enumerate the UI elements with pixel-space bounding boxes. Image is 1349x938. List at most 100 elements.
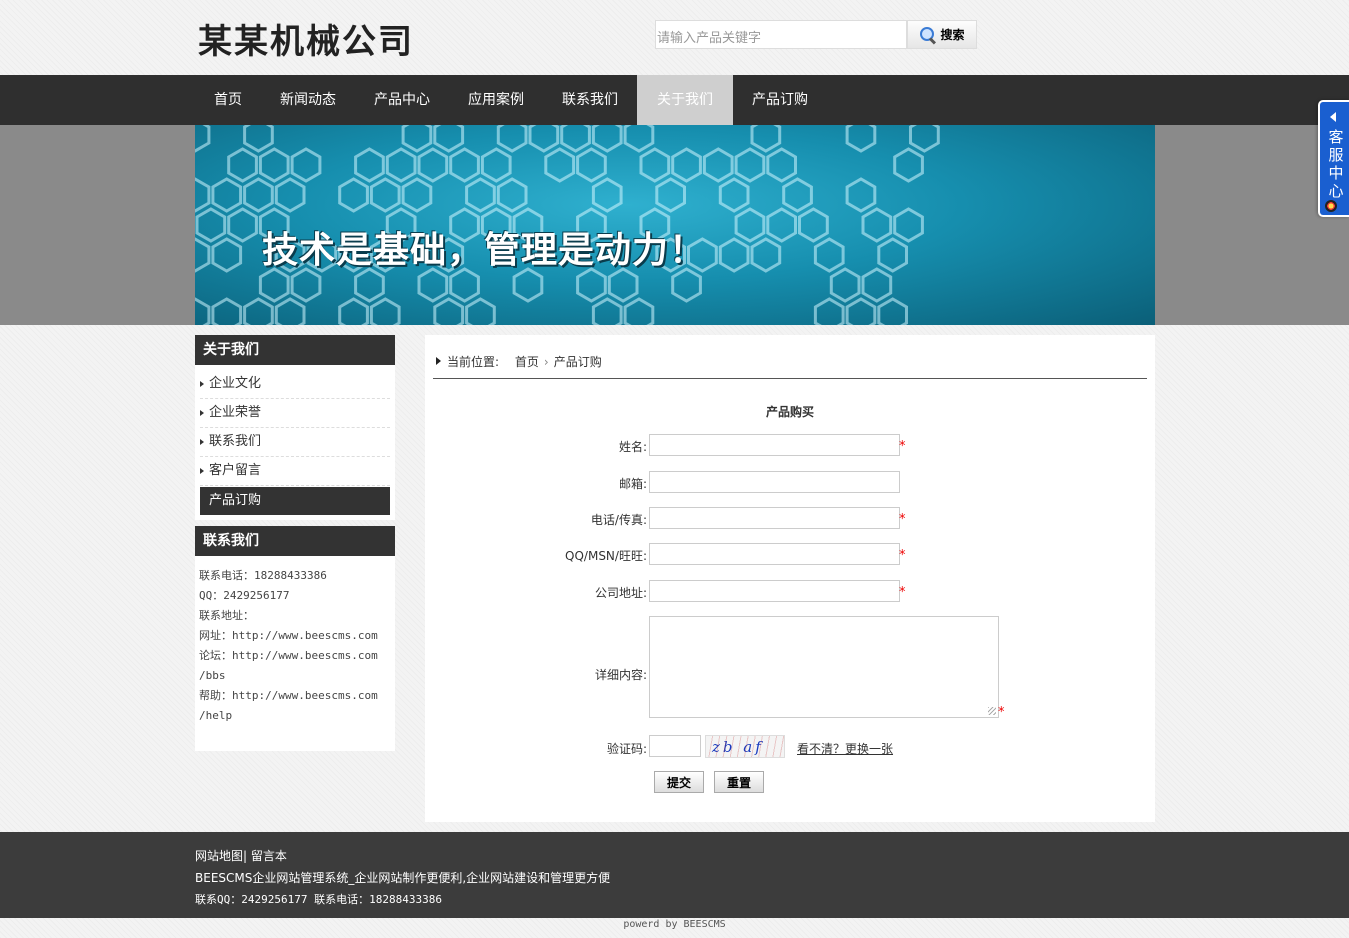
hexagon-shape [847, 125, 875, 151]
contact-help-path: /help [199, 706, 391, 726]
hexagon-shape [245, 179, 273, 211]
search-button-label: 搜索 [940, 26, 964, 43]
hexagon-shape [403, 179, 431, 211]
sidebar-item-honors[interactable]: 企业荣誉 [200, 399, 390, 428]
breadcrumb-home[interactable]: 首页 [515, 355, 539, 369]
hexagon-shape [609, 269, 637, 301]
contact-phone: 联系电话：18288433386 [199, 566, 391, 586]
phone-required-mark: * [899, 512, 906, 527]
hexagon-shape [784, 179, 812, 211]
detail-required-mark: * [998, 705, 1005, 720]
hexagon-shape [213, 179, 241, 211]
collapse-arrow-icon[interactable] [1330, 112, 1336, 122]
nav-contact[interactable]: 联系我们 [543, 75, 637, 125]
contact-website: 网址：http://www.beescms.com [199, 626, 391, 646]
contact-forum: 论坛：http://www.beescms.com [199, 646, 391, 666]
hexagon-shape [895, 209, 923, 241]
detail-textarea[interactable] [649, 616, 999, 718]
nav-cases[interactable]: 应用案例 [449, 75, 543, 125]
footer-sitemap-link[interactable]: 网站地图 [195, 849, 243, 863]
hexagon-shape [260, 149, 288, 181]
hexagon-shape [292, 149, 320, 181]
breadcrumb-label: 当前位置: [447, 355, 499, 369]
address-row: 公司地址: * [425, 580, 1155, 604]
contact-help: 帮助：http://www.beescms.com [199, 686, 391, 706]
hexagon-shape [387, 149, 415, 181]
reset-button[interactable]: 重置 [714, 771, 764, 793]
nav-about[interactable]: 关于我们 [637, 75, 733, 125]
hexagon-shape [578, 149, 606, 181]
captcha-input[interactable] [649, 735, 701, 757]
contact-address: 联系地址： [199, 606, 391, 626]
hexagon-shape [482, 149, 510, 181]
address-input[interactable] [649, 580, 900, 602]
hexagon-shape [260, 269, 288, 301]
hexagon-shape [498, 125, 526, 151]
hexagon-shape [419, 149, 447, 181]
hexagon-shape [245, 125, 273, 151]
captcha-refresh-link[interactable]: 看不清？更换一张 [797, 740, 893, 757]
sidebar-item-guestbook[interactable]: 客户留言 [200, 457, 390, 486]
hexagon-shape [467, 299, 495, 325]
hexagon-shape [276, 179, 304, 211]
about-title: 关于我们 [195, 335, 395, 365]
contact-title: 联系我们 [195, 526, 395, 556]
contact-forum-path: /bbs [199, 666, 391, 686]
hexagon-shape [895, 149, 923, 181]
hexagon-shape [879, 239, 907, 271]
address-required-mark: * [899, 585, 906, 600]
about-list: 企业文化 企业荣誉 联系我们 客户留言 产品订购 [195, 365, 395, 520]
hexagon-shape [498, 179, 526, 211]
hexagon-shape [720, 179, 748, 211]
footer: 网站地图| 留言本 BEESCMS企业网站管理系统_企业网站制作更便利,企业网站… [0, 832, 1349, 918]
hexagon-shape [467, 179, 495, 211]
email-input[interactable] [649, 471, 900, 493]
hexagon-shape [546, 149, 574, 181]
im-input[interactable] [649, 543, 900, 565]
hexagon-shape [276, 299, 304, 325]
hexagon-shape [213, 299, 241, 325]
search-button[interactable]: 搜索 [907, 20, 977, 49]
hexagon-shape [451, 269, 479, 301]
hexagon-shape [229, 209, 257, 241]
main-content: 当前位置: 首页 › 产品订购 产品购买 姓名: * 邮箱: 电话/传真: * QQ… [425, 335, 1155, 822]
sidebar-item-order[interactable]: 产品订购 [200, 487, 390, 515]
footer-guestbook-link[interactable]: 留言本 [251, 849, 287, 863]
hexagon-shape [435, 125, 463, 151]
hexagon-shape [340, 179, 368, 211]
header: 某某机械公司 请输入产品关键字 搜索 [0, 0, 1349, 75]
phone-input[interactable] [649, 507, 900, 529]
footer-slogan: BEESCMS企业网站管理系统_企业网站制作更便利,企业网站建设和管理更方便 [195, 867, 610, 889]
customer-service-label: 客服中心 [1327, 128, 1345, 200]
captcha-image[interactable]: zb af [705, 735, 785, 758]
hexagon-shape [863, 269, 891, 301]
nav-home[interactable]: 首页 [195, 75, 261, 125]
hexagon-shape [831, 269, 859, 301]
site-logo[interactable]: 某某机械公司 [198, 14, 414, 63]
nav-news[interactable]: 新闻动态 [261, 75, 355, 125]
nav-order[interactable]: 产品订购 [733, 75, 827, 125]
breadcrumb-current: 产品订购 [554, 355, 602, 369]
hexagon-shape [514, 269, 542, 301]
name-input[interactable] [649, 434, 900, 456]
sidebar-item-contact[interactable]: 联系我们 [200, 428, 390, 457]
hexagon-shape [768, 149, 796, 181]
detail-label: 详细内容: [595, 666, 647, 683]
search-input[interactable]: 请输入产品关键字 [655, 20, 907, 49]
hexagon-shape [847, 179, 875, 211]
phone-label: 电话/传真: [591, 511, 647, 528]
hexagon-shape [195, 125, 209, 151]
hexagon-shape [578, 269, 606, 301]
nav-products[interactable]: 产品中心 [355, 75, 449, 125]
hexagon-shape [356, 269, 384, 301]
form-title: 产品购买 [425, 403, 1155, 420]
hexagon-shape [625, 125, 653, 151]
hexagon-shape [673, 269, 701, 301]
hexagon-shape [673, 149, 701, 181]
customer-service-tab[interactable]: 客服中心 [1318, 100, 1349, 217]
hexagon-shape [800, 209, 828, 241]
sidebar-item-culture[interactable]: 企业文化 [200, 370, 390, 399]
submit-button[interactable]: 提交 [654, 771, 704, 793]
hexagon-shape [847, 299, 875, 325]
resize-grip-icon[interactable] [988, 707, 996, 715]
